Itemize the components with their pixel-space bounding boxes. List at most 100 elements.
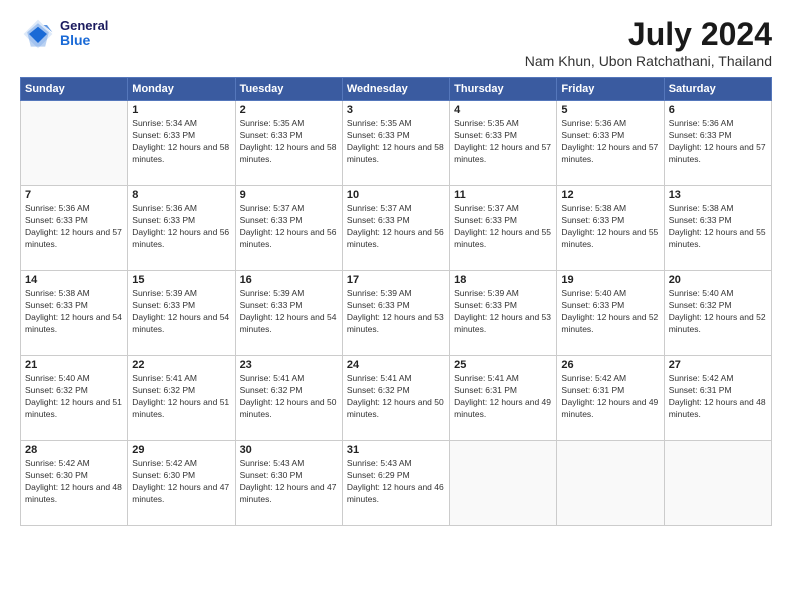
day-number: 12 (561, 189, 659, 201)
day-number: 26 (561, 359, 659, 371)
logo-text: General Blue (60, 19, 108, 49)
calendar-header: Sunday Monday Tuesday Wednesday Thursday… (21, 78, 772, 101)
col-monday: Monday (128, 78, 235, 101)
calendar-cell: 7 Sunrise: 5:36 AM Sunset: 6:33 PM Daylig… (21, 186, 128, 271)
month-year: July 2024 (525, 16, 772, 53)
day-info: Sunrise: 5:41 AM Sunset: 6:32 PM Dayligh… (132, 373, 230, 421)
calendar-cell (557, 441, 664, 526)
calendar-cell: 26Sunrise: 5:42 AM Sunset: 6:31 PM Dayli… (557, 356, 664, 441)
day-info: Sunrise: 5:39 AM Sunset: 6:33 PM Dayligh… (454, 288, 552, 336)
day-info: Sunrise: 5:42 AM Sunset: 6:30 PM Dayligh… (25, 458, 123, 506)
calendar-cell: 25 Sunrise: 5:41 AM Sunset: 6:31 PM Dayli… (450, 356, 557, 441)
day-info: Sunrise: 5:43 AM Sunset: 6:29 PM Dayligh… (347, 458, 445, 506)
calendar-week-4: 21Sunrise: 5:40 AM Sunset: 6:32 PM Dayli… (21, 356, 772, 441)
calendar-cell: 20 Sunrise: 5:40 AM Sunset: 6:32 PM Dayli… (664, 271, 771, 356)
calendar-cell: 27Sunrise: 5:42 AM Sunset: 6:31 PM Dayli… (664, 356, 771, 441)
day-number: 20 (669, 274, 767, 286)
calendar-cell (21, 101, 128, 186)
calendar-week-2: 7 Sunrise: 5:36 AM Sunset: 6:33 PM Daylig… (21, 186, 772, 271)
day-number: 21 (25, 359, 123, 371)
calendar-cell: 22 Sunrise: 5:41 AM Sunset: 6:32 PM Dayli… (128, 356, 235, 441)
calendar-table: Sunday Monday Tuesday Wednesday Thursday… (20, 77, 772, 526)
day-number: 31 (347, 444, 445, 456)
col-tuesday: Tuesday (235, 78, 342, 101)
day-info: Sunrise: 5:38 AM Sunset: 6:33 PM Dayligh… (25, 288, 123, 336)
day-number: 22 (132, 359, 230, 371)
day-number: 9 (240, 189, 338, 201)
calendar-cell: 9 Sunrise: 5:37 AM Sunset: 6:33 PM Daylig… (235, 186, 342, 271)
day-info: Sunrise: 5:40 AM Sunset: 6:33 PM Dayligh… (561, 288, 659, 336)
day-info: Sunrise: 5:41 AM Sunset: 6:31 PM Dayligh… (454, 373, 552, 421)
calendar-cell: 6Sunrise: 5:36 AM Sunset: 6:33 PM Daylig… (664, 101, 771, 186)
day-number: 11 (454, 189, 552, 201)
col-saturday: Saturday (664, 78, 771, 101)
col-wednesday: Wednesday (342, 78, 449, 101)
calendar-cell: 10 Sunrise: 5:37 AM Sunset: 6:33 PM Dayli… (342, 186, 449, 271)
day-info: Sunrise: 5:40 AM Sunset: 6:32 PM Dayligh… (669, 288, 767, 336)
day-number: 4 (454, 104, 552, 116)
calendar-cell: 13 Sunrise: 5:38 AM Sunset: 6:33 PM Dayli… (664, 186, 771, 271)
calendar-body: 1 Sunrise: 5:34 AM Sunset: 6:33 PM Daylig… (21, 101, 772, 526)
day-header-row: Sunday Monday Tuesday Wednesday Thursday… (21, 78, 772, 101)
day-info: Sunrise: 5:34 AM Sunset: 6:33 PM Dayligh… (132, 118, 230, 166)
logo-icon (20, 16, 56, 52)
day-info: Sunrise: 5:42 AM Sunset: 6:30 PM Dayligh… (132, 458, 230, 506)
day-info: Sunrise: 5:36 AM Sunset: 6:33 PM Dayligh… (132, 203, 230, 251)
day-info: Sunrise: 5:37 AM Sunset: 6:33 PM Dayligh… (454, 203, 552, 251)
day-info: Sunrise: 5:41 AM Sunset: 6:32 PM Dayligh… (240, 373, 338, 421)
header: General Blue July 2024 Nam Khun, Ubon Ra… (20, 16, 772, 69)
calendar-cell: 15Sunrise: 5:39 AM Sunset: 6:33 PM Dayli… (128, 271, 235, 356)
day-number: 14 (25, 274, 123, 286)
calendar-week-5: 28Sunrise: 5:42 AM Sunset: 6:30 PM Dayli… (21, 441, 772, 526)
calendar-cell: 11 Sunrise: 5:37 AM Sunset: 6:33 PM Dayli… (450, 186, 557, 271)
calendar-cell: 14 Sunrise: 5:38 AM Sunset: 6:33 PM Dayli… (21, 271, 128, 356)
day-info: Sunrise: 5:37 AM Sunset: 6:33 PM Dayligh… (240, 203, 338, 251)
col-thursday: Thursday (450, 78, 557, 101)
calendar-cell: 31 Sunrise: 5:43 AM Sunset: 6:29 PM Dayli… (342, 441, 449, 526)
day-number: 3 (347, 104, 445, 116)
calendar-cell: 17Sunrise: 5:39 AM Sunset: 6:33 PM Dayli… (342, 271, 449, 356)
day-number: 1 (132, 104, 230, 116)
day-info: Sunrise: 5:36 AM Sunset: 6:33 PM Dayligh… (669, 118, 767, 166)
day-info: Sunrise: 5:37 AM Sunset: 6:33 PM Dayligh… (347, 203, 445, 251)
col-friday: Friday (557, 78, 664, 101)
day-info: Sunrise: 5:39 AM Sunset: 6:33 PM Dayligh… (132, 288, 230, 336)
calendar-cell: 28Sunrise: 5:42 AM Sunset: 6:30 PM Dayli… (21, 441, 128, 526)
day-number: 27 (669, 359, 767, 371)
day-info: Sunrise: 5:35 AM Sunset: 6:33 PM Dayligh… (454, 118, 552, 166)
calendar-cell: 5Sunrise: 5:36 AM Sunset: 6:33 PM Daylig… (557, 101, 664, 186)
day-info: Sunrise: 5:36 AM Sunset: 6:33 PM Dayligh… (25, 203, 123, 251)
day-number: 24 (347, 359, 445, 371)
page: General Blue July 2024 Nam Khun, Ubon Ra… (0, 0, 792, 612)
day-number: 23 (240, 359, 338, 371)
logo-general: General (60, 19, 108, 33)
day-number: 16 (240, 274, 338, 286)
day-number: 30 (240, 444, 338, 456)
day-number: 25 (454, 359, 552, 371)
calendar-cell: 18Sunrise: 5:39 AM Sunset: 6:33 PM Dayli… (450, 271, 557, 356)
day-number: 17 (347, 274, 445, 286)
calendar-cell: 3 Sunrise: 5:35 AM Sunset: 6:33 PM Daylig… (342, 101, 449, 186)
day-info: Sunrise: 5:39 AM Sunset: 6:33 PM Dayligh… (240, 288, 338, 336)
day-number: 29 (132, 444, 230, 456)
calendar-cell (450, 441, 557, 526)
day-number: 10 (347, 189, 445, 201)
col-sunday: Sunday (21, 78, 128, 101)
day-info: Sunrise: 5:35 AM Sunset: 6:33 PM Dayligh… (240, 118, 338, 166)
calendar-week-1: 1 Sunrise: 5:34 AM Sunset: 6:33 PM Daylig… (21, 101, 772, 186)
calendar-cell: 29 Sunrise: 5:42 AM Sunset: 6:30 PM Dayli… (128, 441, 235, 526)
day-info: Sunrise: 5:38 AM Sunset: 6:33 PM Dayligh… (669, 203, 767, 251)
day-number: 5 (561, 104, 659, 116)
calendar-cell: 8Sunrise: 5:36 AM Sunset: 6:33 PM Daylig… (128, 186, 235, 271)
day-number: 7 (25, 189, 123, 201)
day-info: Sunrise: 5:41 AM Sunset: 6:32 PM Dayligh… (347, 373, 445, 421)
calendar-cell: 21Sunrise: 5:40 AM Sunset: 6:32 PM Dayli… (21, 356, 128, 441)
day-number: 13 (669, 189, 767, 201)
calendar-cell: 1 Sunrise: 5:34 AM Sunset: 6:33 PM Daylig… (128, 101, 235, 186)
day-info: Sunrise: 5:35 AM Sunset: 6:33 PM Dayligh… (347, 118, 445, 166)
calendar-cell: 12 Sunrise: 5:38 AM Sunset: 6:33 PM Dayli… (557, 186, 664, 271)
logo: General Blue (20, 16, 108, 52)
day-info: Sunrise: 5:43 AM Sunset: 6:30 PM Dayligh… (240, 458, 338, 506)
day-info: Sunrise: 5:38 AM Sunset: 6:33 PM Dayligh… (561, 203, 659, 251)
calendar-cell: 19Sunrise: 5:40 AM Sunset: 6:33 PM Dayli… (557, 271, 664, 356)
